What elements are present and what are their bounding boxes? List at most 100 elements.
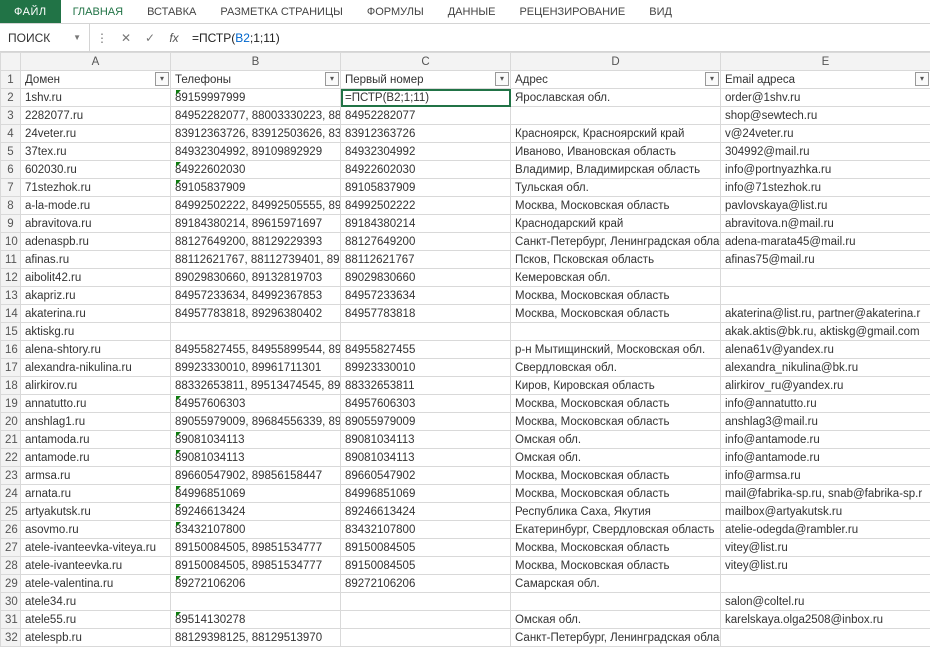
cell[interactable]: 89923330010	[341, 359, 511, 377]
cell[interactable]: 89923330010, 89961711301	[171, 359, 341, 377]
cell[interactable]: Киров, Кировская область	[511, 377, 721, 395]
row-header[interactable]: 31	[1, 611, 21, 629]
cell[interactable]	[511, 107, 721, 125]
cell[interactable]: alena-shtory.ru	[21, 341, 171, 359]
cell[interactable]	[721, 629, 930, 647]
cell[interactable]: 83432107800	[171, 521, 341, 539]
row-header[interactable]: 14	[1, 305, 21, 323]
cell[interactable]: Москва, Московская область	[511, 287, 721, 305]
row-header[interactable]: 2	[1, 89, 21, 107]
cell[interactable]: 24veter.ru	[21, 125, 171, 143]
cell[interactable]	[341, 323, 511, 341]
row-header[interactable]: 18	[1, 377, 21, 395]
cell[interactable]: atele-ivanteevka.ru	[21, 557, 171, 575]
cell[interactable]: info@portnyazhka.ru	[721, 161, 930, 179]
ribbon-tab-view[interactable]: ВИД	[637, 0, 684, 23]
cell[interactable]: Санкт-Петербург, Ленинградская облас	[511, 629, 721, 647]
row-header[interactable]: 11	[1, 251, 21, 269]
cell[interactable]	[341, 593, 511, 611]
cell[interactable]: abravitova.ru	[21, 215, 171, 233]
cell[interactable]: Москва, Московская область	[511, 305, 721, 323]
cell[interactable]: alirkirov_ru@yandex.ru	[721, 377, 930, 395]
cell[interactable]: Санкт-Петербург, Ленинградская облас	[511, 233, 721, 251]
cell[interactable]: 89246613424	[171, 503, 341, 521]
filter-dropdown-icon[interactable]: ▾	[495, 72, 509, 86]
ribbon-tab-data[interactable]: ДАННЫЕ	[436, 0, 508, 23]
cell[interactable]: 89105837909	[341, 179, 511, 197]
cell[interactable]	[721, 269, 930, 287]
ribbon-tab-home[interactable]: ГЛАВНАЯ	[61, 0, 135, 23]
row-header[interactable]: 17	[1, 359, 21, 377]
cell[interactable]: Краснодарский край	[511, 215, 721, 233]
cell[interactable]: alexandra_nikulina@bk.ru	[721, 359, 930, 377]
cell[interactable]: 89029830660	[341, 269, 511, 287]
cell[interactable]: 88127649200	[341, 233, 511, 251]
cell[interactable]: 84932304992	[341, 143, 511, 161]
row-header[interactable]: 21	[1, 431, 21, 449]
cell[interactable]: 84957783818	[341, 305, 511, 323]
cell[interactable]	[511, 593, 721, 611]
cell[interactable]: 89055979009, 89684556339, 8985	[171, 413, 341, 431]
cell[interactable]	[721, 287, 930, 305]
row-header[interactable]: 27	[1, 539, 21, 557]
cell[interactable]: pavlovskaya@list.ru	[721, 197, 930, 215]
cell[interactable]: abravitova.n@mail.ru	[721, 215, 930, 233]
cell[interactable]: Омская обл.	[511, 449, 721, 467]
cell[interactable]: annatutto.ru	[21, 395, 171, 413]
name-box[interactable]: ПОИСК ▼	[0, 24, 90, 51]
row-header[interactable]: 20	[1, 413, 21, 431]
cell[interactable]: 88112621767, 88112739401, 8953	[171, 251, 341, 269]
cell[interactable]: =ПСТР(B2;1;11)	[341, 89, 511, 107]
cell[interactable]: asovmo.ru	[21, 521, 171, 539]
row-header[interactable]: 10	[1, 233, 21, 251]
cell[interactable]: 84992502222, 84992505555, 8915	[171, 197, 341, 215]
cell[interactable]: 37tex.ru	[21, 143, 171, 161]
filter-dropdown-icon[interactable]: ▾	[155, 72, 169, 86]
cell[interactable]: 602030.ru	[21, 161, 171, 179]
cell[interactable]: Республика Саха, Якутия	[511, 503, 721, 521]
formula-input[interactable]: =ПСТР(B2;1;11)	[186, 31, 930, 45]
cell[interactable]: atelie-odegda@rambler.ru	[721, 521, 930, 539]
cell[interactable]: 89514130278	[171, 611, 341, 629]
cell[interactable]: atelespb.ru	[21, 629, 171, 647]
row-header[interactable]: 30	[1, 593, 21, 611]
filter-dropdown-icon[interactable]: ▾	[915, 72, 929, 86]
cell[interactable]: 84957606303	[341, 395, 511, 413]
cell[interactable]: 84952282077	[341, 107, 511, 125]
cell[interactable]: 71stezhok.ru	[21, 179, 171, 197]
ribbon-tab-review[interactable]: РЕЦЕНЗИРОВАНИЕ	[507, 0, 637, 23]
row-header[interactable]: 9	[1, 215, 21, 233]
cell[interactable]: 89081034113	[341, 449, 511, 467]
cell[interactable]: aibolit42.ru	[21, 269, 171, 287]
cell[interactable]: atele55.ru	[21, 611, 171, 629]
cell[interactable]: info@armsa.ru	[721, 467, 930, 485]
cell[interactable]: 88129398125, 88129513970	[171, 629, 341, 647]
cell[interactable]: info@annatutto.ru	[721, 395, 930, 413]
row-header[interactable]: 26	[1, 521, 21, 539]
header-cell-E[interactable]: Email адреса▾	[721, 71, 930, 89]
cell[interactable]: a-la-mode.ru	[21, 197, 171, 215]
cell[interactable]: akaterina@list.ru, partner@akaterina.r	[721, 305, 930, 323]
cell[interactable]: 88112621767	[341, 251, 511, 269]
header-cell-C[interactable]: Первый номер▾	[341, 71, 511, 89]
cell[interactable]: 89150084505	[341, 557, 511, 575]
cell[interactable]: Псков, Псковская область	[511, 251, 721, 269]
cell[interactable]: 89246613424	[341, 503, 511, 521]
cell[interactable]: Омская обл.	[511, 611, 721, 629]
row-header[interactable]: 1	[1, 71, 21, 89]
cell[interactable]: Москва, Московская область	[511, 197, 721, 215]
cell[interactable]: antamode.ru	[21, 449, 171, 467]
cell[interactable]: Самарская обл.	[511, 575, 721, 593]
chevron-down-icon[interactable]: ▼	[73, 33, 81, 42]
row-header[interactable]: 28	[1, 557, 21, 575]
cell[interactable]: 1shv.ru	[21, 89, 171, 107]
cell[interactable]: akak.aktis@bk.ru, aktiskg@gmail.com	[721, 323, 930, 341]
cell[interactable]: karelskaya.olga2508@inbox.ru	[721, 611, 930, 629]
cell[interactable]: alexandra-nikulina.ru	[21, 359, 171, 377]
cell[interactable]: 89150084505	[341, 539, 511, 557]
cell[interactable]	[171, 323, 341, 341]
cell[interactable]: vitey@list.ru	[721, 557, 930, 575]
row-header[interactable]: 13	[1, 287, 21, 305]
cell[interactable]: Москва, Московская область	[511, 539, 721, 557]
header-cell-D[interactable]: Адрес▾	[511, 71, 721, 89]
